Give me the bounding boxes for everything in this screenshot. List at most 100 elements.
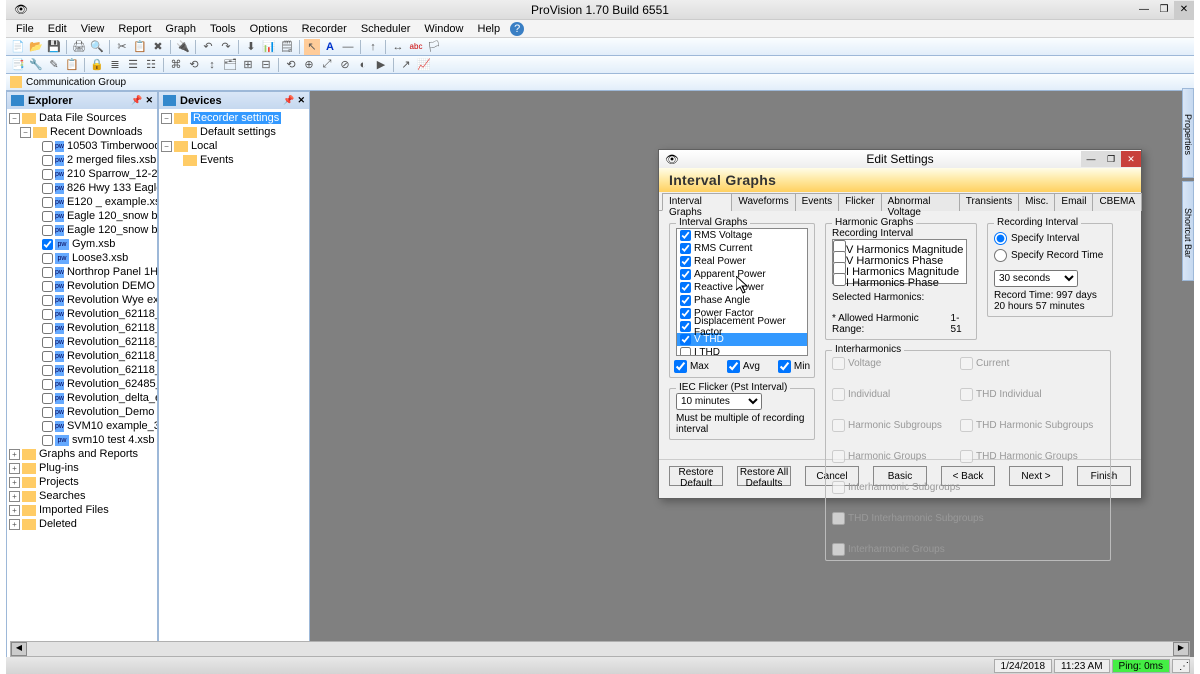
tree-recorder-settings[interactable]: −Recorder settings (161, 111, 307, 125)
restore-default-button[interactable]: Restore Default (669, 466, 723, 486)
horizontal-scrollbar[interactable]: ◀ ▶ (10, 641, 1190, 657)
text-icon[interactable]: A (322, 39, 338, 55)
tree-file[interactable]: pwRevolution_delta_example. (9, 391, 155, 405)
tree-root[interactable]: −Data File Sources (9, 111, 155, 125)
panel-close-icon[interactable]: ✕ (297, 95, 305, 106)
close-button[interactable]: ✕ (1174, 1, 1194, 19)
tb2-16[interactable]: ⊕ (301, 57, 317, 73)
dlg-maximize[interactable]: ❐ (1101, 151, 1121, 167)
harmonic-item[interactable]: V Harmonics Magnitude (833, 240, 966, 251)
tb2-21[interactable]: ↗ (398, 57, 414, 73)
menu-window[interactable]: Window (418, 21, 469, 37)
tab-events[interactable]: Events (795, 193, 840, 211)
lock-icon[interactable]: 🔒 (89, 57, 105, 73)
tb2-3[interactable]: ✎ (46, 57, 62, 73)
tab-abnormal-voltage[interactable]: Abnormal Voltage (881, 193, 960, 211)
tree-default-settings[interactable]: Default settings (161, 125, 307, 139)
restore-all-defaults-button[interactable]: Restore All Defaults (737, 466, 791, 486)
tree-file[interactable]: pwSVM10 example_3-31-11.x (9, 419, 155, 433)
line-icon[interactable]: — (340, 39, 356, 55)
tree-file[interactable]: pw210 Sparrow_12-26-2017.n (9, 167, 155, 181)
tab-email[interactable]: Email (1054, 193, 1093, 211)
shortcut-bar-tab[interactable]: Shortcut Bar (1182, 181, 1194, 281)
align2-icon[interactable]: ☰ (125, 57, 141, 73)
tb2-20[interactable]: ▶ (373, 57, 389, 73)
menu-report[interactable]: Report (112, 21, 157, 37)
rec-interval-select[interactable]: 30 seconds (994, 270, 1078, 287)
redo-icon[interactable]: ↷ (218, 39, 234, 55)
tree-deleted[interactable]: +Deleted (9, 517, 155, 531)
tb2-22[interactable]: 📈 (416, 57, 432, 73)
save-icon[interactable]: 💾 (46, 39, 62, 55)
new-icon[interactable]: 📄 (10, 39, 26, 55)
tree-graphs-and-reports[interactable]: +Graphs and Reports (9, 447, 155, 461)
tab-interval-graphs[interactable]: Interval Graphs (662, 193, 732, 211)
tree-file[interactable]: pwGym.xsb (9, 237, 155, 251)
tree-imported-files[interactable]: +Imported Files (9, 503, 155, 517)
menu-scheduler[interactable]: Scheduler (355, 21, 417, 37)
interval-item[interactable]: Displacement Power Factor (677, 320, 807, 333)
menu-view[interactable]: View (75, 21, 111, 37)
tree-file[interactable]: pwE120 _ example.xsb (9, 195, 155, 209)
delete-icon[interactable]: ✖ (150, 39, 166, 55)
interval-item[interactable]: RMS Voltage (677, 229, 807, 242)
min-checkbox[interactable]: Min (778, 360, 810, 373)
tree-searches[interactable]: +Searches (9, 489, 155, 503)
tree-file[interactable]: pwRevolution_62118_ FW test (9, 307, 155, 321)
tree-file[interactable]: pwRevolution_62118_FW test (9, 349, 155, 363)
print-icon[interactable]: 🖨 (71, 39, 87, 55)
tree-projects[interactable]: +Projects (9, 475, 155, 489)
tree-file[interactable]: pwRevolution DEMO file.xsb (9, 279, 155, 293)
tb2-4[interactable]: 📋 (64, 57, 80, 73)
avg-checkbox[interactable]: Avg (727, 360, 760, 373)
specify-record-radio[interactable]: Specify Record Time (994, 249, 1106, 262)
tree-file[interactable]: pwNorthrop Panel 1H1.xsb (9, 265, 155, 279)
tree-file[interactable]: pwsvm10 test 4.xsb (9, 433, 155, 447)
tb2-19[interactable]: ◐ (355, 57, 371, 73)
help-icon[interactable]: ? (510, 22, 524, 36)
search-icon[interactable]: 🔍 (89, 39, 105, 55)
menu-file[interactable]: File (10, 21, 40, 37)
pointer-icon[interactable]: ↖ (304, 39, 320, 55)
abc-icon[interactable]: abc (408, 39, 424, 55)
up-icon[interactable]: ↑ (365, 39, 381, 55)
harmonic-item[interactable]: I Harmonics Magnitude (833, 262, 966, 273)
tb2-2[interactable]: 🔧 (28, 57, 44, 73)
menu-recorder[interactable]: Recorder (296, 21, 353, 37)
copy-icon[interactable]: 📋 (132, 39, 148, 55)
chart-icon[interactable]: 📊 (261, 39, 277, 55)
menu-graph[interactable]: Graph (159, 21, 202, 37)
tree-file[interactable]: pwRevolution_62118_03_29_ (9, 321, 155, 335)
tree-file[interactable]: pwRevolution_62118_FW test (9, 363, 155, 377)
panel-close-icon[interactable]: ✕ (145, 95, 153, 106)
specify-interval-radio[interactable]: Specify Interval (994, 232, 1106, 245)
interval-item[interactable]: RMS Current (677, 242, 807, 255)
align1-icon[interactable]: ≣ (107, 57, 123, 73)
tb2-13[interactable]: ⊞ (240, 57, 256, 73)
pin-icon[interactable]: 📌 (283, 95, 294, 106)
tab-misc-[interactable]: Misc. (1018, 193, 1055, 211)
tab-transients[interactable]: Transients (959, 193, 1019, 211)
menu-tools[interactable]: Tools (204, 21, 242, 37)
flag-icon[interactable]: 🏳 (426, 39, 442, 55)
tb2-17[interactable]: ⤢ (319, 57, 335, 73)
tree-file[interactable]: pwRevolution_62118_FW test (9, 335, 155, 349)
tab-flicker[interactable]: Flicker (838, 193, 881, 211)
interval-item[interactable]: Apparent Power (677, 268, 807, 281)
tree-plug-ins[interactable]: +Plug-ins (9, 461, 155, 475)
dlg-close[interactable]: ✕ (1121, 151, 1141, 167)
max-checkbox[interactable]: Max (674, 360, 709, 373)
tree-file[interactable]: pwRevolution_62485_08-27-2 (9, 377, 155, 391)
calc-icon[interactable]: 🗒 (279, 39, 295, 55)
undo-icon[interactable]: ↶ (200, 39, 216, 55)
interval-item[interactable]: Real Power (677, 255, 807, 268)
cut-icon[interactable]: ✂ (114, 39, 130, 55)
tree-events[interactable]: Events (161, 153, 307, 167)
tb2-12[interactable]: 🗂 (222, 57, 238, 73)
minimize-button[interactable]: — (1134, 1, 1154, 19)
interval-item[interactable]: Phase Angle (677, 294, 807, 307)
tb2-14[interactable]: ⊟ (258, 57, 274, 73)
dlg-minimize[interactable]: — (1081, 151, 1101, 167)
tb2-9[interactable]: ⌘ (168, 57, 184, 73)
tb2-15[interactable]: ⟲ (283, 57, 299, 73)
